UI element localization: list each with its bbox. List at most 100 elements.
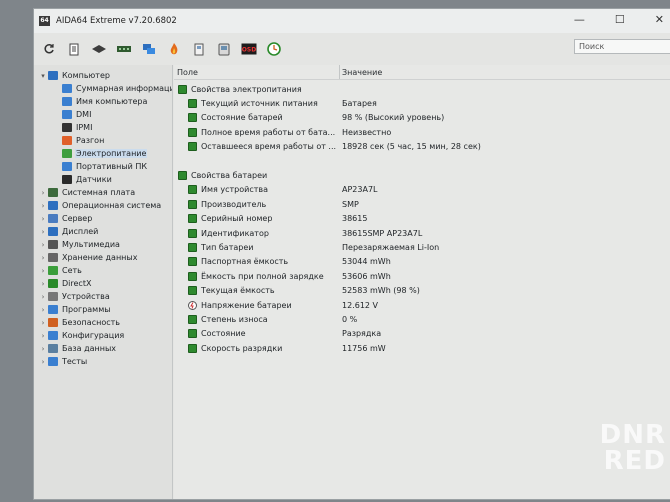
tree-item[interactable]: › Сервер xyxy=(38,212,93,225)
tree-item[interactable]: › Мультимедиа xyxy=(38,238,121,251)
search-input[interactable]: Поиск xyxy=(574,39,670,54)
property-row[interactable]: Степень износа xyxy=(188,313,268,327)
expand-chevron-icon[interactable]: › xyxy=(38,332,48,340)
tree-item[interactable]: Электропитание xyxy=(52,147,148,160)
property-row[interactable]: Идентификатор xyxy=(188,226,269,240)
tree-item-icon xyxy=(48,292,58,301)
tree-item[interactable]: › Сеть xyxy=(38,264,83,277)
tree-item[interactable]: › Системная плата xyxy=(38,186,136,199)
aida64-app-icon: 64 xyxy=(39,16,50,26)
column-header-field[interactable]: Поле xyxy=(177,65,340,79)
expand-chevron-icon[interactable]: › xyxy=(38,345,48,353)
column-header-value[interactable]: Значение xyxy=(342,65,622,79)
tree-item[interactable]: Суммарная информация xyxy=(52,82,172,95)
maximize-button[interactable]: ☐ xyxy=(615,13,625,26)
tree-item[interactable]: Портативный ПК xyxy=(52,160,148,173)
tree-item-icon xyxy=(48,240,58,249)
tree-item[interactable]: Имя компьютера xyxy=(52,95,148,108)
memory-icon[interactable] xyxy=(115,40,133,58)
tree-item[interactable]: DMI xyxy=(52,108,92,121)
expand-chevron-icon[interactable]: › xyxy=(38,293,48,301)
tree-item[interactable]: ▾ Компьютер xyxy=(38,69,111,82)
property-field: Состояние батарей xyxy=(201,113,283,123)
motherboard-icon[interactable] xyxy=(90,40,108,58)
tree-item-label: Системная плата xyxy=(62,188,136,197)
expand-chevron-icon[interactable]: › xyxy=(38,215,48,223)
property-value: 52583 mWh (98 %) xyxy=(342,286,420,296)
tree-item-icon xyxy=(48,266,58,275)
battery-property-icon xyxy=(188,199,197,209)
property-row[interactable]: Тип батареи xyxy=(188,241,253,255)
property-field: Оставшееся время работы от ... xyxy=(201,142,337,152)
battery-property-icon xyxy=(188,271,197,281)
battery-group-icon xyxy=(178,84,187,94)
tree-item[interactable]: › Дисплей xyxy=(38,225,99,238)
tree-item-label: Датчики xyxy=(76,175,112,184)
expand-chevron-icon[interactable]: › xyxy=(38,189,48,197)
tree-item[interactable]: Датчики xyxy=(52,173,113,186)
property-row[interactable]: Полное время работы от бата... xyxy=(188,125,335,139)
tree-item-label: DirectX xyxy=(62,279,92,288)
property-row[interactable]: Состояние xyxy=(188,327,246,341)
property-value: SMP xyxy=(342,199,359,209)
tree-item[interactable]: › Устройства xyxy=(38,290,111,303)
device-icon[interactable] xyxy=(215,40,233,58)
tree-item[interactable]: › DirectX xyxy=(38,277,92,290)
expand-chevron-icon[interactable]: › xyxy=(38,306,48,314)
tree-item[interactable]: › Операционная система xyxy=(38,199,162,212)
minimize-button[interactable]: — xyxy=(574,13,585,26)
file-icon[interactable] xyxy=(190,40,208,58)
tree-item-icon xyxy=(62,97,72,106)
property-row[interactable]: Текущий источник питания xyxy=(188,96,318,110)
property-row[interactable]: Скорость разрядки xyxy=(188,341,282,355)
property-row[interactable]: Состояние батарей xyxy=(188,111,283,125)
expand-chevron-icon[interactable]: › xyxy=(38,202,48,210)
battery-property-icon xyxy=(188,185,197,195)
network-icon[interactable] xyxy=(140,40,158,58)
refresh-icon[interactable] xyxy=(40,40,58,58)
expand-chevron-icon[interactable]: › xyxy=(38,228,48,236)
expand-chevron-icon[interactable]: › xyxy=(38,319,48,327)
clock-icon[interactable] xyxy=(265,40,283,58)
osd-icon[interactable]: OSD xyxy=(240,40,258,58)
tree-item[interactable]: › Тесты xyxy=(38,355,88,368)
tree-item-icon xyxy=(48,253,58,262)
watermark-line-1: DNR xyxy=(599,420,666,450)
report-icon[interactable] xyxy=(65,40,83,58)
tree-item[interactable]: Разгон xyxy=(52,134,105,147)
property-row[interactable]: Текущая ёмкость xyxy=(188,284,275,298)
tree-item-icon xyxy=(48,279,58,288)
tree-item[interactable]: IPMI xyxy=(52,121,93,134)
property-row[interactable]: Оставшееся время работы от ... xyxy=(188,140,336,154)
property-field: Текущий источник питания xyxy=(201,98,318,108)
expand-chevron-icon[interactable]: › xyxy=(38,241,48,249)
property-row[interactable]: Паспортная ёмкость xyxy=(188,255,288,269)
tree-item-label: База данных xyxy=(62,344,117,353)
tree-item[interactable]: › Хранение данных xyxy=(38,251,138,264)
tree-item[interactable]: › Конфигурация xyxy=(38,329,125,342)
flame-icon[interactable] xyxy=(165,40,183,58)
property-row[interactable]: Производитель xyxy=(188,197,266,211)
tree-item[interactable]: › Программы xyxy=(38,303,112,316)
battery-property-icon xyxy=(188,343,197,353)
property-field: Напряжение батареи xyxy=(201,300,292,310)
tree-item-label: Устройства xyxy=(62,292,110,301)
tree-item-label: Операционная система xyxy=(62,201,162,210)
expand-chevron-icon[interactable]: › xyxy=(38,358,48,366)
property-row[interactable]: Ёмкость при полной зарядке xyxy=(188,269,324,283)
battery-group-icon xyxy=(178,171,187,180)
property-field: Скорость разрядки xyxy=(201,343,283,353)
expand-chevron-icon[interactable]: › xyxy=(38,280,48,288)
tree-item[interactable]: › Безопасность xyxy=(38,316,121,329)
close-button[interactable]: ✕ xyxy=(655,13,664,26)
expand-chevron-icon[interactable]: ▾ xyxy=(38,72,48,80)
expand-chevron-icon[interactable]: › xyxy=(38,267,48,275)
property-row[interactable]: Напряжение батареи xyxy=(188,298,292,312)
expand-chevron-icon[interactable]: › xyxy=(38,254,48,262)
tree-item-label: Электропитание xyxy=(75,149,148,158)
tree-item[interactable]: › База данных xyxy=(38,342,117,355)
property-row[interactable]: Серийный номер xyxy=(188,212,272,226)
tree-item-label: Хранение данных xyxy=(62,253,138,262)
property-row[interactable]: Имя устройства xyxy=(188,183,268,197)
tree-item-label: DMI xyxy=(76,110,92,119)
